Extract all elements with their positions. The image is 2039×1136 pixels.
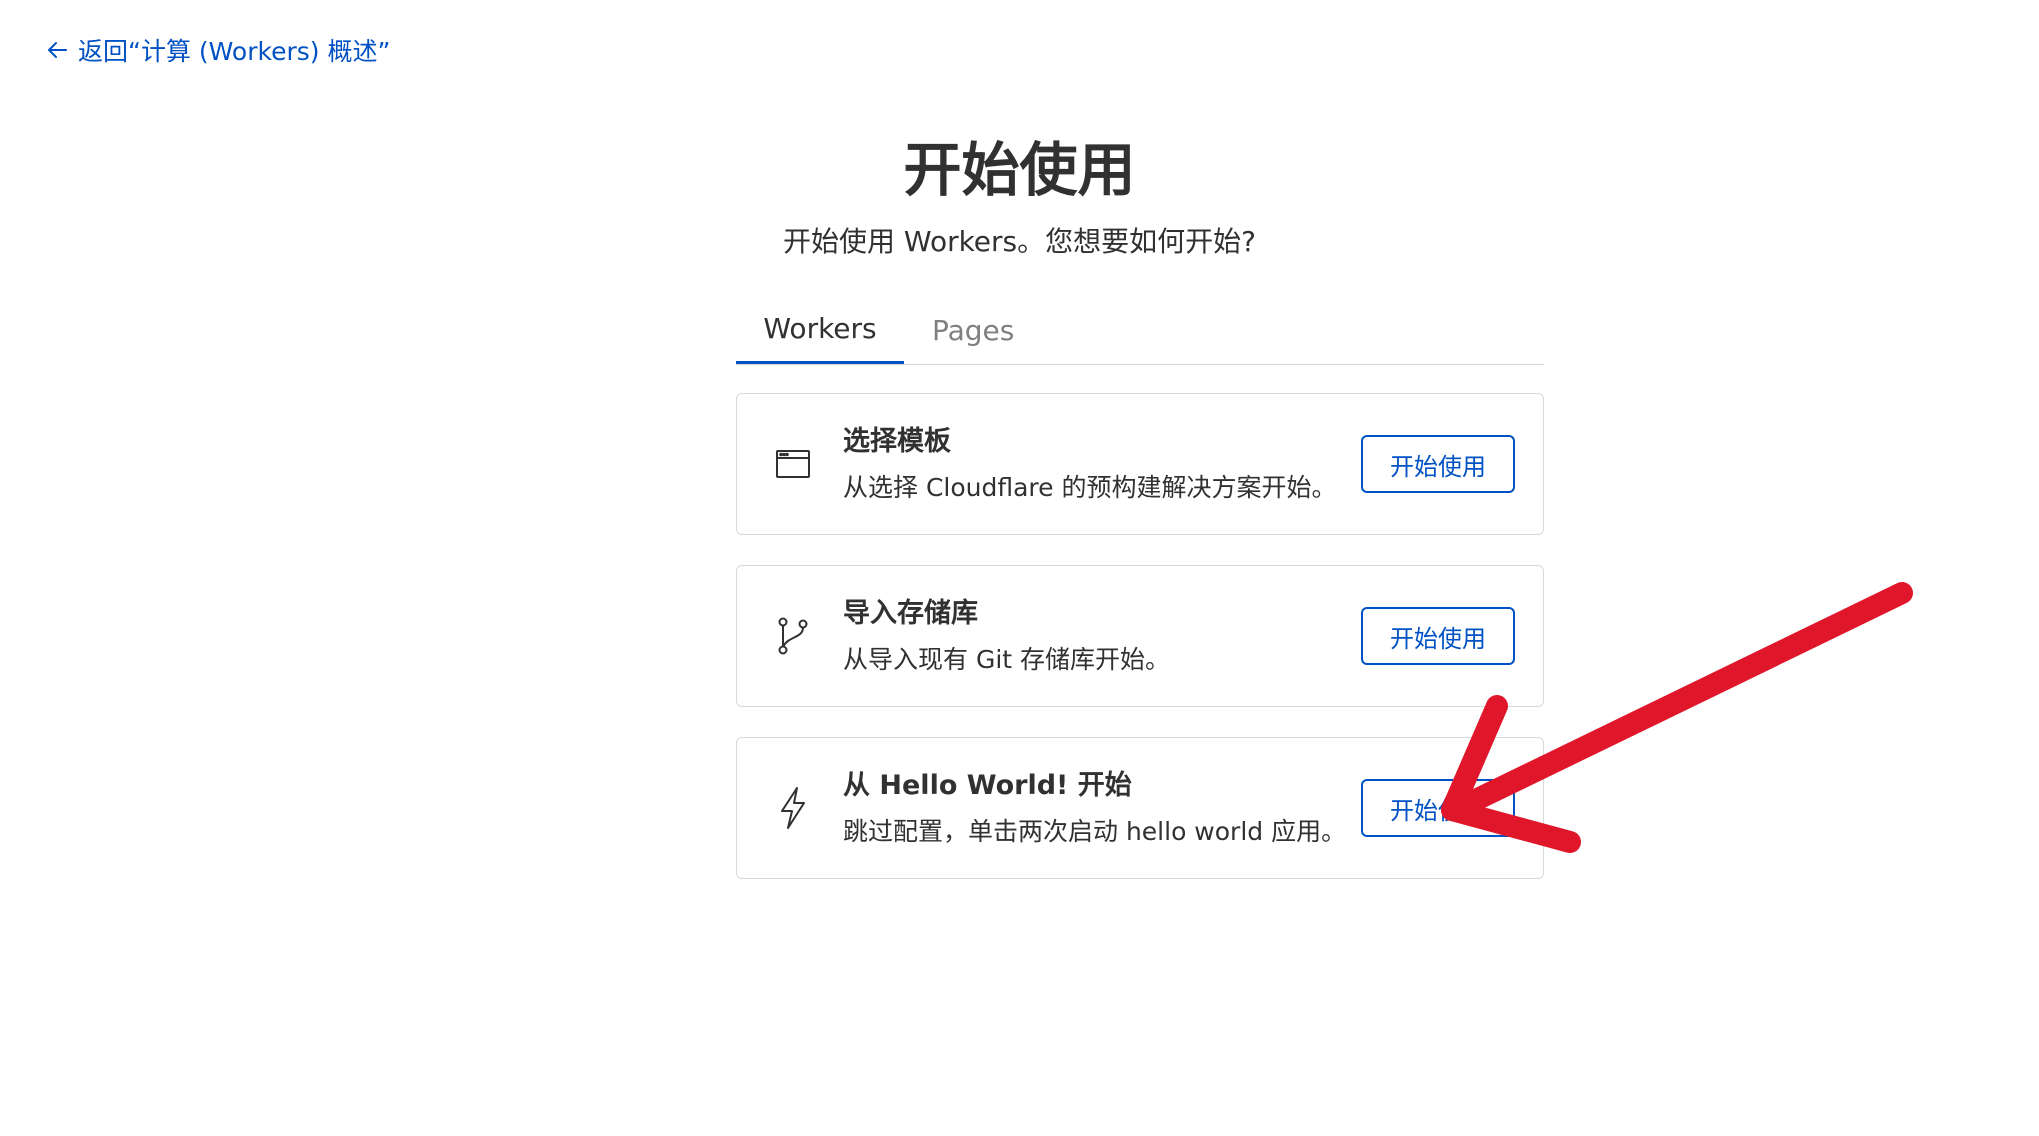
back-link[interactable]: 返回“计算 (Workers) 概述”	[46, 32, 390, 68]
arrow-left-icon	[46, 38, 70, 62]
get-started-button[interactable]: 开始使用	[1361, 779, 1515, 837]
card-description: 从选择 Cloudflare 的预构建解决方案开始。	[843, 473, 1337, 502]
get-started-button[interactable]: 开始使用	[1361, 435, 1515, 493]
card-title: 导入存储库	[843, 598, 978, 629]
page-subtitle: 开始使用 Workers。您想要如何开始?	[783, 225, 1256, 258]
lightning-bolt-icon	[773, 787, 813, 829]
card-description: 跳过配置，单击两次启动 hello world 应用。	[843, 817, 1347, 846]
page-header: 开始使用 开始使用 Workers。您想要如何开始?	[0, 130, 2039, 262]
git-branch-icon	[773, 616, 813, 656]
card-hello-world: 从 Hello World! 开始 跳过配置，单击两次启动 hello worl…	[736, 737, 1544, 879]
back-link-label: 返回“计算 (Workers) 概述”	[78, 37, 391, 66]
option-cards: 选择模板 从选择 Cloudflare 的预构建解决方案开始。 开始使用 导入存…	[736, 393, 1544, 909]
get-started-button[interactable]: 开始使用	[1361, 607, 1515, 665]
card-select-template: 选择模板 从选择 Cloudflare 的预构建解决方案开始。 开始使用	[736, 393, 1544, 535]
browser-window-icon	[773, 444, 813, 484]
card-title: 选择模板	[843, 426, 951, 457]
card-title: 从 Hello World! 开始	[843, 770, 1132, 801]
tab-workers[interactable]: Workers	[736, 296, 904, 364]
page-title: 开始使用	[903, 136, 1136, 204]
tab-pages[interactable]: Pages	[904, 296, 1042, 364]
card-import-repository: 导入存储库 从导入现有 Git 存储库开始。 开始使用	[736, 565, 1544, 707]
tab-bar: Workers Pages	[736, 296, 1544, 365]
card-description: 从导入现有 Git 存储库开始。	[843, 645, 1171, 674]
